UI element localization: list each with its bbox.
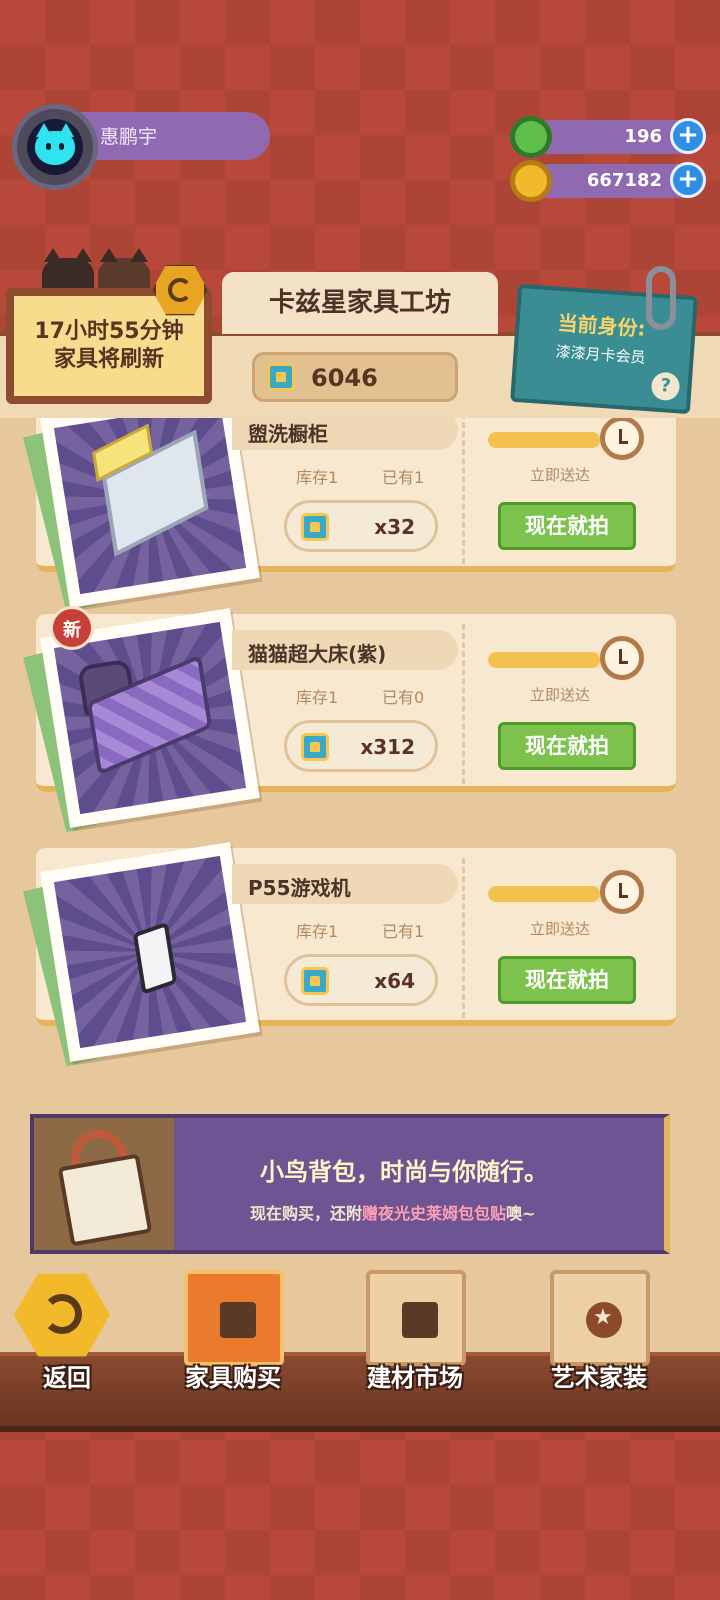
nav-label: 家具购买	[185, 1364, 281, 1392]
deliver-label: 立即送达	[530, 920, 591, 938]
page-title: 卡兹星家具工坊	[222, 272, 498, 334]
paper-clip-icon	[646, 266, 676, 330]
price-tag: x64	[284, 954, 438, 1006]
token-balance-value: 6046	[311, 364, 378, 392]
token-icon	[267, 363, 295, 391]
item-list[interactable]: 盥洗橱柜 库存1 已有1 x32 立即送达 现在就拍 新 猫猫超大床(紫) 库存…	[0, 418, 720, 1098]
cat-avatar-icon	[27, 119, 83, 175]
deliver-label: 立即送达	[530, 686, 591, 704]
buy-now-button[interactable]: 现在就拍	[498, 956, 636, 1004]
clock-icon	[600, 636, 644, 680]
furniture-icon	[184, 1270, 284, 1366]
nav-label: 返回	[43, 1364, 91, 1392]
nav-art[interactable]: 艺术家装	[534, 1270, 664, 1400]
item-stock: 库存1	[296, 688, 339, 707]
banner-subtitle: 现在购买，还附赠夜光史莱姆包包贴噢~	[250, 1204, 536, 1223]
member-label: 当前身份:	[556, 310, 647, 341]
nav-furniture[interactable]: 家具购买	[168, 1270, 298, 1400]
list-item: 新 猫猫超大床(紫) 库存1 已有0 x312 立即送达 现在就拍	[23, 606, 676, 833]
profile-name: 惠鹏宇	[100, 126, 158, 148]
nav-materials[interactable]: 建材市场	[350, 1270, 480, 1400]
token-icon	[301, 967, 329, 995]
add-currency-button[interactable]: +	[670, 162, 706, 198]
clock-icon	[600, 870, 644, 914]
token-icon	[301, 733, 329, 761]
currency-amount: 667182	[586, 170, 662, 191]
item-owned: 已有1	[382, 922, 425, 941]
promo-banner[interactable]: 小鸟背包，时尚与你随行。 现在购买，还附赠夜光史莱姆包包贴噢~	[30, 1114, 670, 1254]
nav-label: 艺术家装	[551, 1364, 647, 1392]
game-console-image	[132, 921, 178, 995]
new-badge: 新	[50, 606, 94, 650]
item-name: P55游戏机	[248, 876, 351, 900]
item-photo	[40, 842, 260, 1062]
buy-now-button[interactable]: 现在就拍	[498, 502, 636, 550]
deliver-label: 立即送达	[530, 466, 591, 484]
price-tag: x32	[284, 500, 438, 552]
token-balance: 6046	[252, 352, 458, 402]
avatar[interactable]	[12, 104, 98, 190]
profile-panel[interactable]: 惠鹏宇	[12, 104, 270, 190]
clock-icon	[600, 418, 644, 460]
item-stock: 库存1	[296, 468, 339, 487]
paint-brush-icon	[366, 1270, 466, 1366]
help-button[interactable]: ?	[650, 371, 681, 402]
gold-planet-coin-icon	[510, 160, 552, 202]
item-name: 猫猫超大床(紫)	[248, 642, 387, 666]
art-decor-icon	[550, 1270, 650, 1366]
refresh-caption: 家具将刷新	[53, 347, 164, 372]
item-owned: 已有0	[382, 688, 425, 707]
item-name: 盥洗橱柜	[248, 422, 328, 446]
list-item: 盥洗橱柜 库存1 已有1 x32 立即送达 现在就拍	[23, 418, 676, 613]
buy-now-button[interactable]: 现在就拍	[498, 722, 636, 770]
item-price: x64	[374, 969, 415, 993]
list-item: P55游戏机 库存1 已有1 x64 立即送达 现在就拍	[23, 842, 676, 1067]
currency-amount: 196	[624, 126, 662, 147]
item-price: x32	[374, 515, 415, 539]
item-photo	[40, 418, 260, 608]
green-donut-coin-icon	[510, 116, 552, 158]
nav-back[interactable]: 返回	[2, 1270, 132, 1400]
item-stock: 库存1	[296, 922, 339, 941]
refresh-time: 17小时55分钟	[34, 319, 184, 344]
bag-icon	[57, 1153, 153, 1247]
add-currency-button[interactable]: +	[670, 118, 706, 154]
token-icon	[301, 513, 329, 541]
nav-label: 建材市场	[367, 1364, 463, 1392]
item-price: x312	[360, 735, 415, 759]
currency-gold: 667182 +	[510, 160, 710, 202]
price-tag: x312	[284, 720, 438, 772]
member-value: 漆漆月卡会员	[555, 342, 647, 367]
back-arrow-icon	[14, 1273, 110, 1357]
currency-donut: 196 +	[510, 116, 710, 158]
banner-title: 小鸟背包，时尚与你随行。	[260, 1158, 548, 1186]
banner-image	[34, 1118, 174, 1250]
item-owned: 已有1	[382, 468, 425, 487]
